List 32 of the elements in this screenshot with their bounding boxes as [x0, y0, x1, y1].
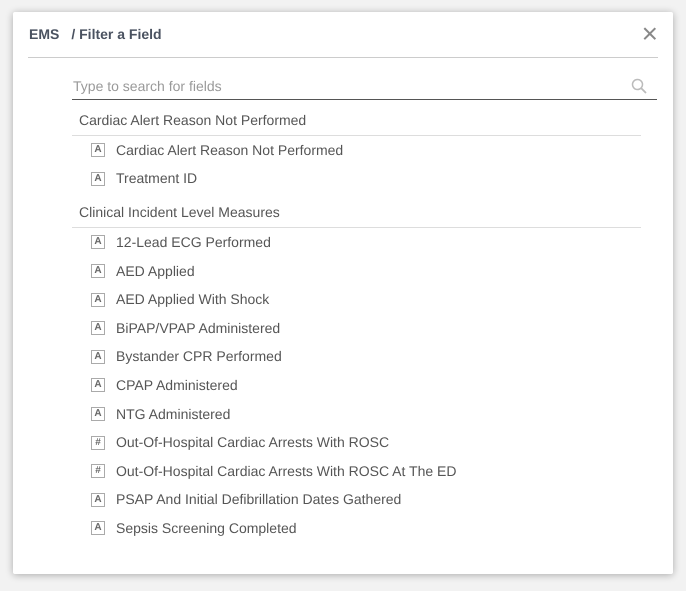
field-type-icon: A	[91, 172, 105, 186]
close-button[interactable]: ×	[642, 20, 658, 50]
field-type-icon: A	[91, 143, 105, 158]
field-item[interactable]: 12-Lead ECG Performed	[116, 232, 271, 253]
group-header: Clinical Incident Level Measures	[72, 196, 641, 228]
field-item[interactable]: BiPAP/VPAP Administered	[116, 318, 280, 339]
field-item[interactable]: Bystander CPR Performed	[116, 346, 282, 368]
field-type-icon: #	[91, 464, 105, 478]
field-type-icon: A	[91, 235, 105, 250]
field-item[interactable]: AED Applied With Shock	[116, 289, 270, 310]
field-type-icon: A	[91, 264, 105, 278]
field-type-icon: A	[91, 350, 105, 364]
field-type-icon: A	[91, 407, 105, 422]
field-item[interactable]: NTG Administered	[116, 404, 230, 425]
field-item[interactable]: Treatment ID	[116, 168, 198, 190]
field-type-icon: #	[91, 436, 105, 450]
search-icon	[631, 78, 647, 94]
field-item[interactable]: Sepsis Screening Completed	[116, 518, 297, 539]
field-type-icon: A	[91, 292, 105, 307]
dialog-title: / Filter a Field	[71, 25, 162, 44]
field-item[interactable]: Cardiac Alert Reason Not Performed	[116, 140, 344, 161]
field-item[interactable]: CPAP Administered	[116, 374, 238, 396]
field-item[interactable]: Out-Of-Hospital Cardiac Arrests With ROSC	[116, 432, 390, 454]
field-item[interactable]: PSAP And Initial Defibrillation Dates Gathered	[116, 489, 402, 510]
field-type-icon: A	[91, 521, 105, 536]
field-item[interactable]: Out-Of-Hospital Cardiac Arrests With ROSC At The ED	[116, 460, 457, 482]
field-type-icon: A	[91, 378, 105, 392]
field-type-icon: A	[91, 492, 105, 507]
field-type-icon: A	[91, 321, 105, 336]
field-item[interactable]: AED Applied	[116, 260, 195, 282]
breadcrumb-link[interactable]: EMS	[29, 24, 60, 45]
group-header: Cardiac Alert Reason Not Performed	[72, 104, 641, 136]
